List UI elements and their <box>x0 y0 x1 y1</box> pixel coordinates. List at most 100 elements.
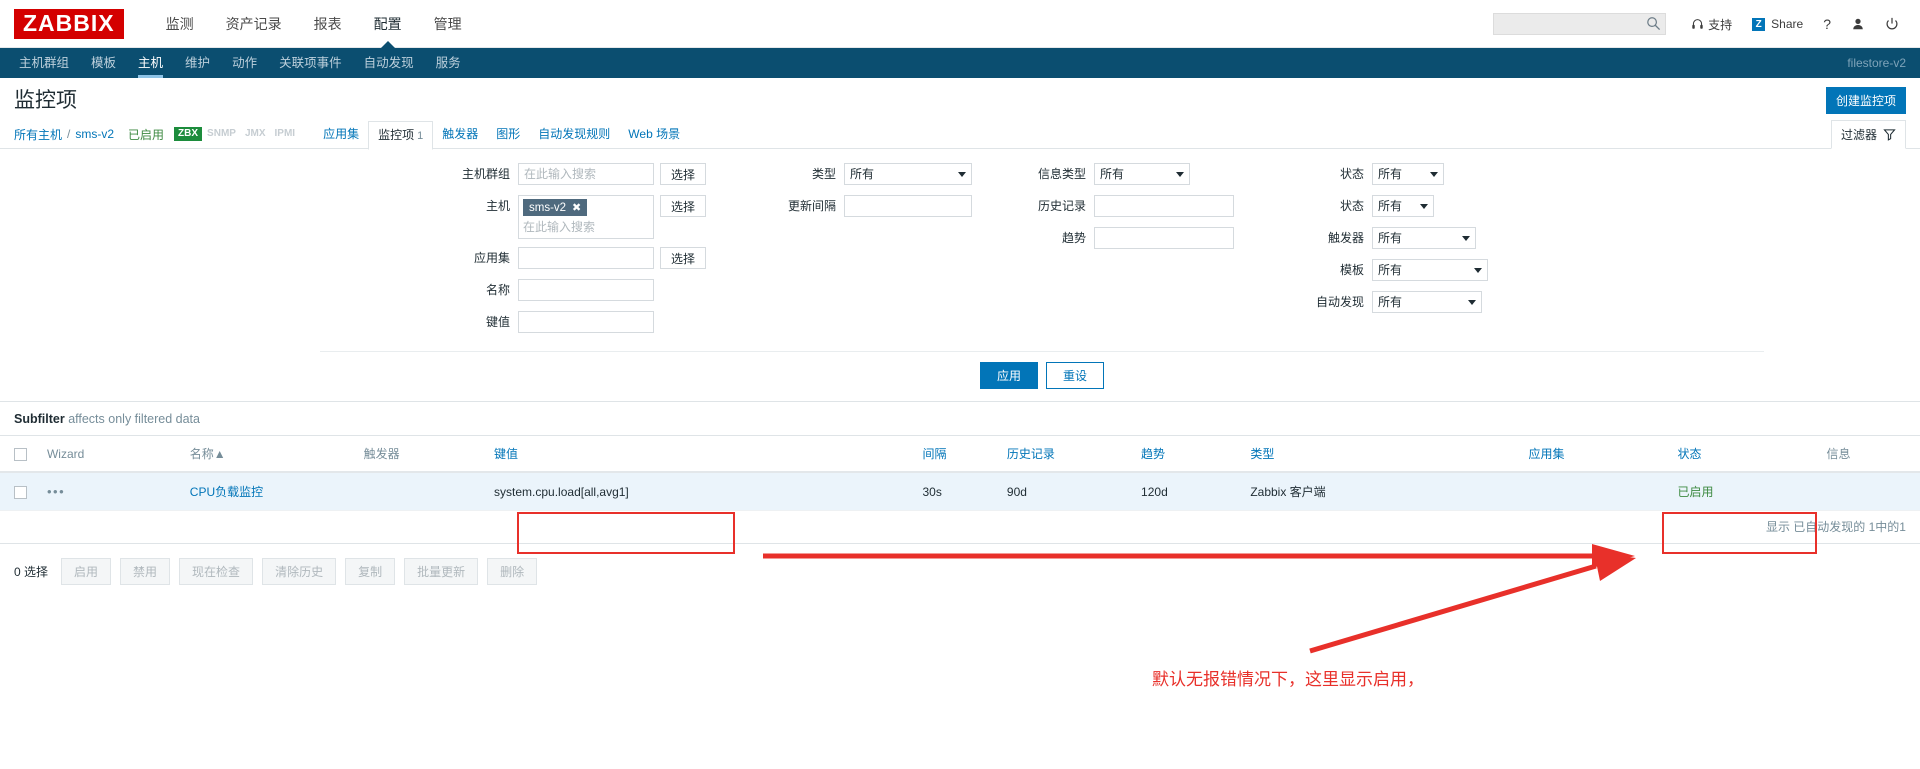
host-chip[interactable]: sms-v2 ✖ <box>522 199 588 216</box>
history-input[interactable] <box>1094 195 1234 217</box>
filter-field-discovery: 自动发现 所有 <box>1316 291 1488 315</box>
subnav-item-discovery[interactable]: 自动发现 <box>353 48 425 78</box>
triggers-select[interactable]: 所有 <box>1372 227 1476 249</box>
enable-button[interactable]: 启用 <box>61 558 112 585</box>
status-select[interactable]: 所有 <box>1372 195 1434 217</box>
mainnav-item-administration[interactable]: 管理 <box>418 0 478 48</box>
delete-button[interactable]: 删除 <box>487 558 538 585</box>
host-group-input[interactable] <box>517 163 654 185</box>
name-input[interactable] <box>517 279 654 301</box>
host-group-select-button[interactable]: 选择 <box>659 163 706 185</box>
item-name-link[interactable]: CPU负载监控 <box>190 485 263 499</box>
global-search[interactable] <box>1493 13 1667 35</box>
tab-triggers[interactable]: 触发器 <box>433 120 487 149</box>
user-profile-link[interactable] <box>1842 0 1874 48</box>
subfilter-hint: affects only filtered data <box>68 412 200 426</box>
breadcrumb-host[interactable]: sms-v2 <box>75 127 114 141</box>
share-link[interactable]: Z Share <box>1743 0 1812 48</box>
table-footer-count: 显示 已自动发现的 1中的1 <box>0 511 1920 544</box>
help-link[interactable]: ? <box>1814 0 1840 48</box>
support-link[interactable]: 支持 <box>1682 0 1741 48</box>
mainnav-item-reports[interactable]: 报表 <box>298 0 358 48</box>
template-select[interactable]: 所有 <box>1372 259 1488 281</box>
mainnav-item-configuration[interactable]: 配置 <box>358 0 418 49</box>
type-select[interactable]: 所有 <box>844 163 972 185</box>
apply-filter-button[interactable]: 应用 <box>979 362 1038 389</box>
filter-panel: 主机群组 选择 主机 sms-v2 ✖ 在此输入搜索 选择 <box>0 149 1920 402</box>
row-status-cell: 已启用 <box>1671 472 1821 511</box>
header-history[interactable]: 历史记录 <box>1000 436 1136 473</box>
row-select-checkbox[interactable] <box>14 485 27 499</box>
tab-discovery-rules[interactable]: 自动发现规则 <box>529 120 619 149</box>
filter-toggle-button[interactable]: 过滤器 <box>1830 120 1906 149</box>
tab-graphs[interactable]: 图形 <box>487 120 529 149</box>
filter-columns: 主机群组 选择 主机 sms-v2 ✖ 在此输入搜索 选择 <box>0 163 1920 343</box>
history-label: 历史记录 <box>1037 199 1086 213</box>
header-triggers: 触发器 <box>357 436 489 473</box>
disable-button[interactable]: 禁用 <box>120 558 171 585</box>
copy-button[interactable]: 复制 <box>345 558 396 585</box>
sub-navigation: 主机群组 模板 主机 维护 动作 关联项事件 自动发现 服务 filestore… <box>0 48 1920 78</box>
header-interval[interactable]: 间隔 <box>916 436 1001 473</box>
tab-web-scenarios[interactable]: Web 场景 <box>619 120 689 149</box>
header-type[interactable]: 类型 <box>1244 436 1523 473</box>
chevron-down-icon <box>1468 300 1476 305</box>
status-label: 状态 <box>1339 199 1364 213</box>
reset-filter-button[interactable]: 重设 <box>1046 362 1105 389</box>
host-chip-remove-icon[interactable]: ✖ <box>572 201 581 214</box>
filter-field-trends: 趋势 <box>1028 227 1234 251</box>
header-trends[interactable]: 趋势 <box>1135 436 1245 473</box>
subnav-item-host-groups[interactable]: 主机群组 <box>8 48 80 78</box>
chevron-down-icon <box>1176 172 1184 177</box>
mainnav-item-monitoring[interactable]: 监测 <box>150 0 210 48</box>
breadcrumb: 所有主机 / sms-v2 已启用 ZBX SNMP JMX IPMI 应用集 … <box>0 120 1920 150</box>
chevron-down-icon <box>1474 268 1482 273</box>
value-type-select[interactable]: 所有 <box>1094 163 1190 185</box>
header-status[interactable]: 状态 <box>1671 436 1821 473</box>
signout-link[interactable] <box>1876 0 1908 48</box>
subnav-item-event-correlation[interactable]: 关联项事件 <box>268 48 353 78</box>
mainnav-item-inventory[interactable]: 资产记录 <box>210 0 298 48</box>
top-right-controls: 支持 Z Share ? <box>1493 0 1908 48</box>
key-input[interactable] <box>517 311 654 333</box>
update-interval-input[interactable] <box>844 195 972 217</box>
subnav-item-actions[interactable]: 动作 <box>221 48 268 78</box>
application-input[interactable] <box>517 247 654 269</box>
subnav-item-maintenance[interactable]: 维护 <box>174 48 221 78</box>
host-multiselect[interactable]: sms-v2 ✖ 在此输入搜索 <box>517 195 654 239</box>
header-name[interactable]: 名称▲ <box>183 436 358 473</box>
clear-history-button[interactable]: 清除历史 <box>262 558 337 585</box>
breadcrumb-all-hosts[interactable]: 所有主机 <box>14 126 62 143</box>
support-label: 支持 <box>1708 17 1733 32</box>
discovery-select[interactable]: 所有 <box>1372 291 1482 313</box>
status-badge[interactable]: 已启用 <box>1678 485 1714 499</box>
filter-field-state: 状态 所有 <box>1316 163 1488 187</box>
header-applications[interactable]: 应用集 <box>1522 436 1672 473</box>
filter-field-name: 名称 <box>432 279 706 303</box>
user-icon <box>1853 18 1863 30</box>
tab-items[interactable]: 监控项 1 <box>368 120 434 150</box>
tab-applications[interactable]: 应用集 <box>314 120 368 149</box>
search-input[interactable] <box>1493 13 1667 35</box>
application-select-button[interactable]: 选择 <box>659 247 706 269</box>
subnav-item-services[interactable]: 服务 <box>425 48 472 78</box>
header-key[interactable]: 键值 <box>488 436 917 473</box>
type-select-value: 所有 <box>850 167 875 181</box>
subnav-item-hosts[interactable]: 主机 <box>127 48 174 78</box>
discovery-select-value: 所有 <box>1378 295 1403 309</box>
trends-input[interactable] <box>1094 227 1234 249</box>
host-status-badge[interactable]: 已启用 <box>128 126 164 143</box>
host-select-button[interactable]: 选择 <box>659 195 706 217</box>
items-table-header-row: Wizard 名称▲ 触发器 键值 间隔 历史记录 趋势 类型 应用集 状态 信… <box>0 436 1920 473</box>
chevron-down-icon <box>1462 236 1470 241</box>
check-now-button[interactable]: 现在检查 <box>179 558 254 585</box>
select-all-checkbox[interactable] <box>14 447 27 461</box>
host-group-label: 主机群组 <box>461 167 510 181</box>
page-header: 监控项 创建监控项 <box>0 78 1920 120</box>
wizard-menu-icon[interactable]: ••• <box>47 484 65 499</box>
mass-update-button[interactable]: 批量更新 <box>404 558 479 585</box>
subnav-item-templates[interactable]: 模板 <box>80 48 127 78</box>
create-item-button[interactable]: 创建监控项 <box>1825 87 1906 114</box>
state-select[interactable]: 所有 <box>1372 163 1444 185</box>
zabbix-logo[interactable]: ZABBIX <box>14 8 124 39</box>
